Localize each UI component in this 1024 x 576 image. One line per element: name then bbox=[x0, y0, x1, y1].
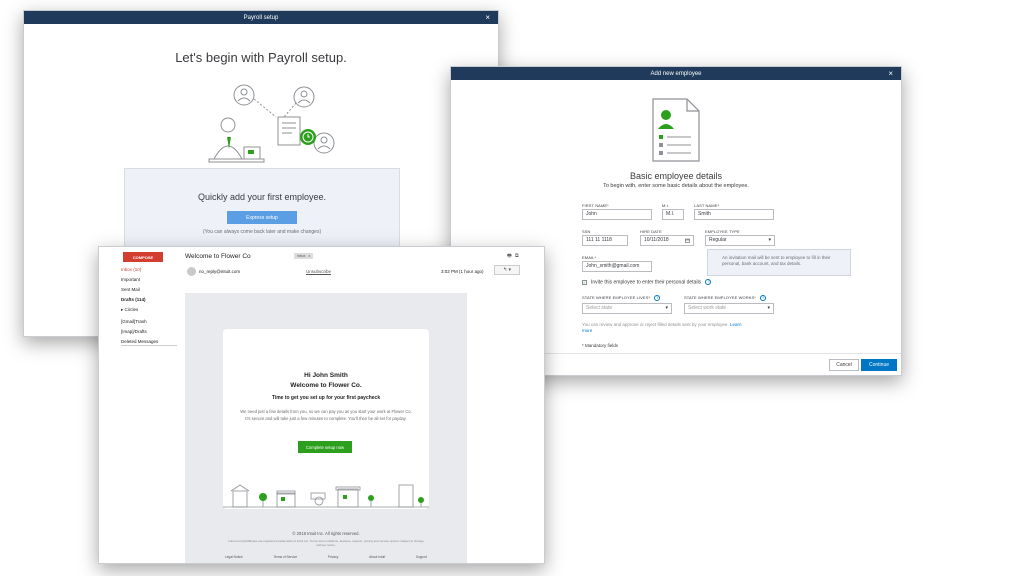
chevron-down-icon: ▾ bbox=[767, 305, 770, 311]
email-card: Hi John Smith Welcome to Flower Co. Time… bbox=[223, 329, 429, 509]
email-greeting: Hi John Smith bbox=[304, 372, 348, 379]
state-lives-label: STATE WHERE EMPLOYEE LIVES* ? bbox=[582, 295, 661, 301]
email-time: 3:02 PM (1 hour ago) bbox=[441, 269, 484, 274]
mail-sidebar: COMPOSE Inbox (10) Important Sent Mail D… bbox=[99, 247, 179, 563]
nav-item-important[interactable]: Important bbox=[121, 277, 140, 282]
employee-type-select[interactable]: Regular ▾ bbox=[705, 235, 775, 246]
hire-date-value: 10/11/2018 bbox=[644, 237, 669, 243]
help-icon[interactable]: ? bbox=[760, 295, 767, 301]
sender-avatar bbox=[187, 267, 196, 276]
nav-divider bbox=[121, 345, 177, 346]
sender-address: no_reply@intuit.com bbox=[199, 269, 241, 274]
popout-icon[interactable]: ⧉ bbox=[515, 253, 519, 259]
mandatory-note: * Mandatory fields bbox=[582, 343, 619, 348]
nav-item-deleted[interactable]: Deleted Messages bbox=[121, 339, 158, 344]
express-setup-button[interactable]: Express setup bbox=[227, 211, 297, 224]
email-welcome: Welcome to Flower Co. bbox=[290, 382, 362, 389]
mi-input[interactable]: M.I. bbox=[662, 209, 684, 220]
last-name-input[interactable]: Smith bbox=[694, 209, 774, 220]
state-works-select[interactable]: Select work state ▾ bbox=[684, 303, 774, 314]
panel-title: Quickly add your first employee. bbox=[197, 192, 327, 202]
tag-close-icon[interactable]: x bbox=[309, 254, 311, 258]
terms-link[interactable]: Terms of Service bbox=[273, 555, 297, 559]
payroll-close-icon[interactable]: × bbox=[485, 11, 490, 24]
email-label: EMAIL* bbox=[582, 255, 597, 260]
invite-checkbox[interactable]: ✓ bbox=[582, 280, 587, 285]
invite-label-text: Invite this employee to enter their pers… bbox=[591, 279, 702, 286]
help-icon[interactable]: ? bbox=[654, 295, 661, 301]
employee-heading: Basic employee details bbox=[629, 171, 723, 181]
chevron-down-icon: ▾ bbox=[768, 237, 771, 243]
panel-hint: (You can always come back later and make… bbox=[202, 229, 322, 235]
continue-button[interactable]: Continue bbox=[861, 359, 897, 371]
invite-label: Invite this employee to enter their pers… bbox=[591, 279, 712, 286]
state-lives-select[interactable]: Select state ▾ bbox=[582, 303, 672, 314]
review-note: You can review and approve or reject fil… bbox=[582, 322, 742, 334]
employee-subheading: To begin with, enter some basic details … bbox=[603, 183, 749, 189]
first-name-input[interactable]: John bbox=[582, 209, 652, 220]
ssn-input[interactable]: 111 11 1118 bbox=[582, 235, 628, 246]
nav-item-trash[interactable]: [Gmail]Trash bbox=[121, 319, 147, 324]
payroll-heading: Let's begin with Payroll setup. bbox=[175, 50, 347, 65]
compose-button[interactable]: COMPOSE bbox=[123, 252, 163, 262]
employee-type-label: EMPLOYEE TYPE bbox=[705, 229, 740, 234]
nav-item-circles[interactable]: ▸ Circles bbox=[121, 307, 138, 313]
hire-date-input[interactable]: 10/11/2018 bbox=[640, 235, 694, 246]
email-legal: Intuit and QuickBooks are registered tra… bbox=[228, 539, 424, 547]
review-note-text: You can review and approve or reject fil… bbox=[582, 322, 729, 327]
email-input[interactable]: John_smith@gmail.com bbox=[582, 261, 652, 272]
state-works-label-text: STATE WHERE EMPLOYEE WORKS* bbox=[684, 295, 756, 301]
town-illustration-icon bbox=[223, 484, 429, 508]
reply-button[interactable]: ↰ ▾ bbox=[494, 265, 520, 275]
email-subject: Welcome to Flower Co bbox=[185, 253, 251, 260]
ssn-label: SSN bbox=[582, 229, 591, 234]
state-works-placeholder: Select work state bbox=[688, 305, 727, 311]
nav-item-imap-drafts[interactable]: [Imap]/Drafts bbox=[121, 329, 147, 334]
nav-item-inbox[interactable]: Inbox (10) bbox=[121, 267, 141, 272]
help-icon[interactable]: ? bbox=[705, 279, 712, 285]
email-tagline: Time to get you set up for your first pa… bbox=[271, 395, 381, 401]
mi-label: M.I. bbox=[662, 203, 670, 208]
privacy-link[interactable]: Privacy bbox=[328, 555, 338, 559]
hire-date-label: HIRE DATE bbox=[640, 229, 662, 234]
invite-tooltip: An invitation mail will be sent to emplo… bbox=[707, 249, 851, 276]
employee-type-value: Regular bbox=[709, 237, 727, 243]
complete-setup-button[interactable]: Complete setup now bbox=[298, 441, 352, 453]
email-footer-links: Legal Notice Terms of Service Privacy Ab… bbox=[225, 555, 427, 559]
print-icon[interactable]: 🖶 bbox=[507, 253, 512, 261]
inbox-tag-label: Inbox bbox=[297, 254, 306, 258]
chevron-down-icon: ▾ bbox=[665, 305, 668, 311]
nav-item-drafts[interactable]: Drafts (114) bbox=[121, 297, 146, 302]
employee-document-icon bbox=[652, 98, 700, 162]
employee-titlebar: Add new employee × bbox=[451, 67, 901, 80]
last-name-label: LAST NAME* bbox=[694, 203, 720, 208]
unsubscribe-link[interactable]: Unsubscribe bbox=[306, 269, 331, 274]
state-works-label: STATE WHERE EMPLOYEE WORKS* ? bbox=[684, 295, 767, 301]
state-lives-label-text: STATE WHERE EMPLOYEE LIVES* bbox=[582, 295, 651, 301]
about-link[interactable]: About Intuit bbox=[369, 555, 385, 559]
nav-item-sent[interactable]: Sent Mail bbox=[121, 287, 140, 292]
email-copyright: © 2018 Intuit Inc. All rights reserved. bbox=[292, 531, 360, 536]
calendar-icon[interactable] bbox=[685, 238, 690, 243]
inbox-tag: Inbox x bbox=[294, 253, 314, 259]
employee-title: Add new employee bbox=[650, 70, 702, 77]
email-body: Hi John Smith Welcome to Flower Co. Time… bbox=[185, 293, 467, 563]
email-paragraph: We need just a few details from you, so … bbox=[240, 409, 412, 421]
payroll-title: Payroll setup bbox=[243, 14, 279, 21]
cancel-button[interactable]: Cancel bbox=[829, 359, 859, 371]
support-link[interactable]: Support bbox=[416, 555, 427, 559]
email-window: COMPOSE Inbox (10) Important Sent Mail D… bbox=[98, 246, 545, 564]
first-name-label: FIRST NAME* bbox=[582, 203, 609, 208]
legal-notice-link[interactable]: Legal Notice bbox=[225, 555, 243, 559]
payroll-illustration-icon bbox=[208, 84, 335, 163]
employee-close-icon[interactable]: × bbox=[888, 67, 893, 80]
payroll-titlebar: Payroll setup × bbox=[24, 11, 498, 24]
state-lives-placeholder: Select state bbox=[586, 305, 613, 311]
